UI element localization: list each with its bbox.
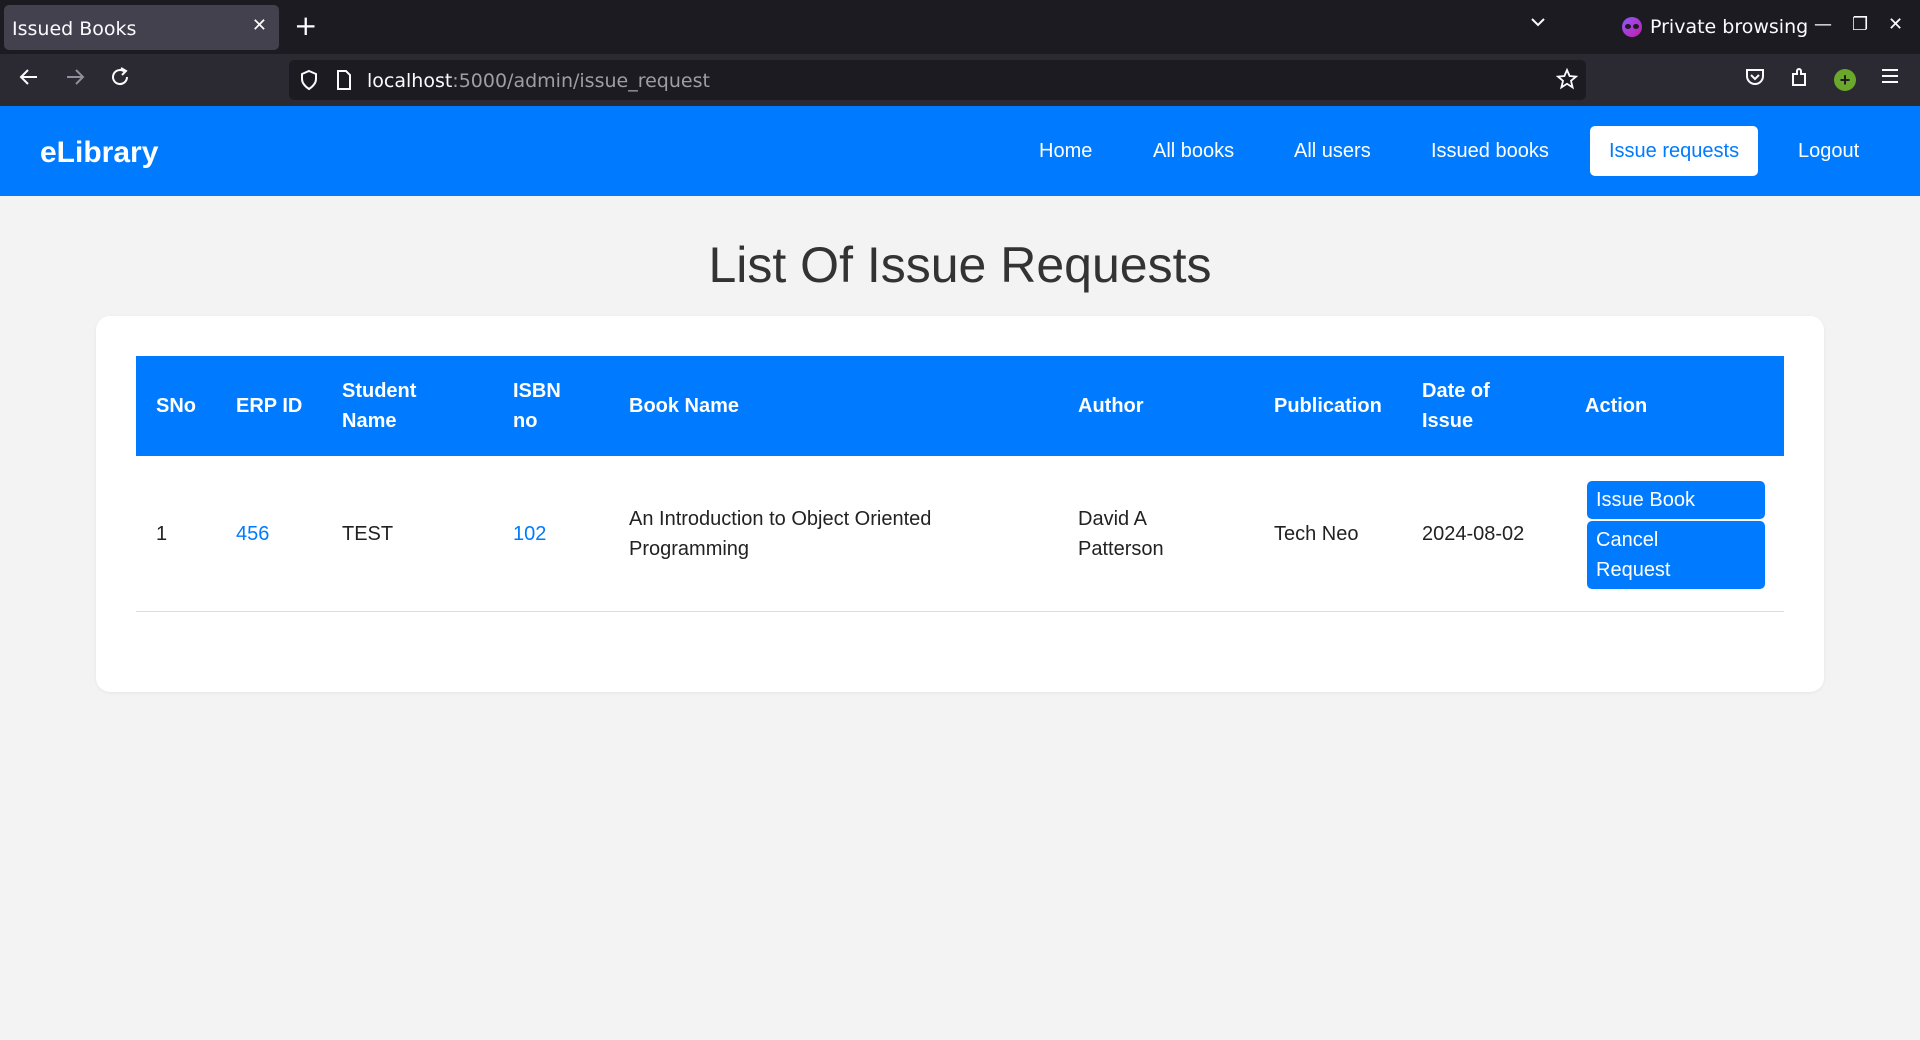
private-browsing-indicator: Private browsing xyxy=(1622,16,1808,38)
browser-tab-bar: Issued Books ✕ + Private browsing — ❐ ✕ xyxy=(0,0,1920,54)
app-navbar: eLibrary Home All books All users Issued… xyxy=(0,106,1920,196)
window-close-icon[interactable]: ✕ xyxy=(1888,14,1903,35)
th-publication: Publication xyxy=(1274,395,1382,417)
th-erp-id: ERP ID xyxy=(236,395,303,417)
cell-erp-id-link[interactable]: 456 xyxy=(236,456,269,612)
pocket-icon[interactable] xyxy=(1744,66,1766,95)
table-header: SNo ERP ID Student Name ISBN no Book Nam… xyxy=(136,356,1784,456)
plus-icon[interactable]: + xyxy=(294,12,317,40)
hamburger-menu-icon[interactable] xyxy=(1880,66,1900,93)
extension-plus-icon[interactable]: + xyxy=(1834,69,1856,91)
brand-logo[interactable]: eLibrary xyxy=(40,136,158,170)
forward-icon[interactable] xyxy=(64,66,86,95)
th-action: Action xyxy=(1585,395,1648,417)
cell-isbn-link[interactable]: 102 xyxy=(513,456,546,612)
cell-book-name: An Introduction to Object Oriented Progr… xyxy=(629,508,932,560)
cell-student-name: TEST xyxy=(342,523,394,545)
reload-icon[interactable] xyxy=(109,66,131,95)
th-author: Author xyxy=(1078,395,1144,417)
page-title: List Of Issue Requests xyxy=(708,237,1212,293)
back-icon[interactable] xyxy=(18,66,40,95)
extensions-icon[interactable] xyxy=(1789,66,1811,95)
private-browsing-icon xyxy=(1622,17,1642,37)
th-student-name: Student Name xyxy=(342,380,417,432)
table-row: 1 456 TEST 102 An Introduction to Object… xyxy=(136,456,1784,612)
restore-icon[interactable]: ❐ xyxy=(1852,14,1868,35)
page-icon[interactable] xyxy=(335,69,353,96)
minimize-icon[interactable]: — xyxy=(1814,14,1832,35)
cell-publication: Tech Neo xyxy=(1274,523,1359,545)
browser-tab[interactable]: Issued Books ✕ xyxy=(4,5,279,50)
th-isbn: ISBN no xyxy=(513,380,561,432)
cell-sno: 1 xyxy=(156,523,168,545)
star-icon[interactable] xyxy=(1555,67,1579,95)
nav-issue-requests[interactable]: Issue requests xyxy=(1590,126,1759,176)
th-book-name: Book Name xyxy=(629,395,740,417)
cell-actions: Issue Book Cancel Request xyxy=(1587,481,1765,589)
browser-nav-bar: localhost:5000/admin/issue_request + xyxy=(0,54,1920,106)
nav-logout[interactable]: Logout xyxy=(1779,126,1878,176)
nav-all-books[interactable]: All books xyxy=(1134,126,1253,176)
nav-all-users[interactable]: All users xyxy=(1275,126,1390,176)
issue-book-button[interactable]: Issue Book xyxy=(1587,481,1765,519)
shield-icon[interactable] xyxy=(299,69,319,96)
private-browsing-label: Private browsing xyxy=(1650,16,1809,38)
cell-date-of-issue: 2024-08-02 xyxy=(1422,523,1525,545)
th-sno: SNo xyxy=(156,395,196,417)
url-text[interactable]: localhost:5000/admin/issue_request xyxy=(367,70,710,92)
url-bar[interactable]: localhost:5000/admin/issue_request xyxy=(289,60,1586,100)
issue-requests-table: SNo ERP ID Student Name ISBN no Book Nam… xyxy=(136,356,1784,612)
th-date-of-issue: Date of Issue xyxy=(1422,380,1490,432)
cell-author: David A Patterson xyxy=(1078,508,1164,560)
tab-title: Issued Books xyxy=(12,18,137,40)
close-icon[interactable]: ✕ xyxy=(252,17,267,35)
nav-home[interactable]: Home xyxy=(1020,126,1111,176)
nav-issued-books[interactable]: Issued books xyxy=(1412,126,1568,176)
chevron-down-icon[interactable] xyxy=(1529,13,1547,36)
cancel-request-button[interactable]: Cancel Request xyxy=(1587,521,1765,589)
requests-card: SNo ERP ID Student Name ISBN no Book Nam… xyxy=(96,316,1824,692)
